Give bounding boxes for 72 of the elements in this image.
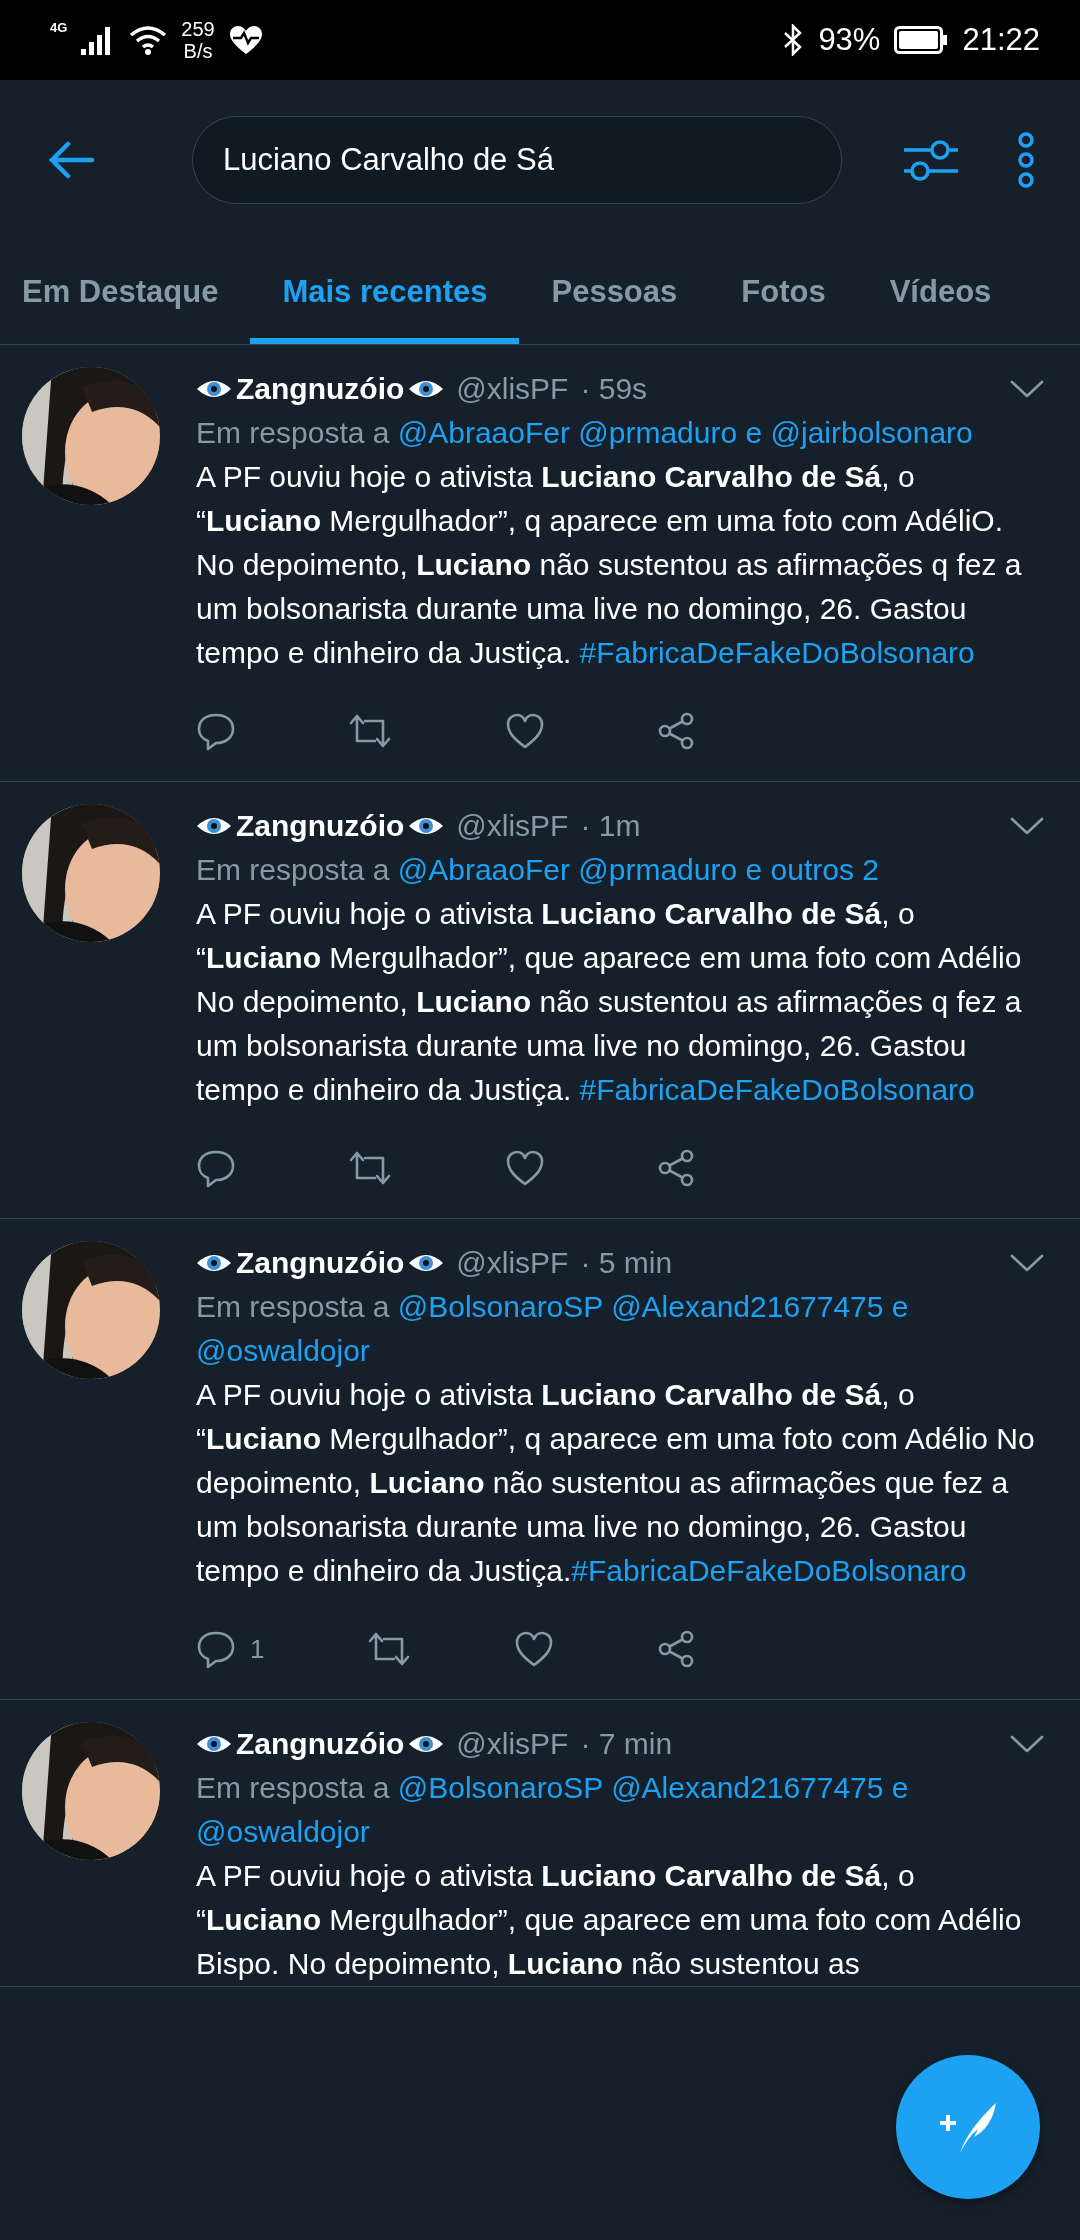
user-handle: @xlisPF [456,1245,569,1281]
chevron-down-icon[interactable] [1010,1253,1044,1273]
search-tab[interactable]: Pessoas [519,240,710,344]
tweet-time: · 59s [580,371,648,407]
heart-icon [504,1149,545,1187]
mention-link[interactable]: @oswaldojor [196,1334,370,1367]
tweet-text: A PF ouviu hoje o ativista Luciano Carvalho de Sá, o “Luciano Mergulhador”, q aparece em uma foto com Adélio No depoimento, Luciano não sustentou as afirmações que fez a um bolsonarista durante uma live no domingo, 26. Gastou tempo e dinheiro da Justiça.#FabricaDeFakeDoBolsonaro [196,1377,1036,1589]
tweet-text: A PF ouviu hoje o ativista Luciano Carvalho de Sá, o “Luciano Mergulhador”, q aparece em uma foto com AdéliO. No depoimento, Luciano não sustentou as afirmações q fez a um bolsonarista durante uma live no domingo, 26. Gastou tempo e dinheiro da Justiça. #FabricaDeFakeDoBolsonaro [196,459,1023,671]
hashtag-link[interactable]: #FabricaDeFakeDoBolsonaro [579,1073,975,1106]
chevron-down-icon[interactable] [1010,379,1044,399]
search-field[interactable]: Luciano Carvalho de Sá [192,116,842,204]
reply-context: Em resposta a @AbraaoFer @prmaduro e outros 2 [196,852,880,888]
reply-context: Em resposta a @BolsonaroSP @Alexand21677475 e @oswaldojor [196,1289,910,1369]
reply-context: Em resposta a @AbraaoFer @prmaduro e @jairbolsonaro [196,415,974,451]
network-type: 4G [50,20,68,35]
tweet-text: A PF ouviu hoje o ativista Luciano Carvalho de Sá, o “Luciano Mergulhador”, que aparece em uma foto com Adélio No depoimento, Luciano não sustentou as afirmações q fez a um bolsonarista durante uma live no domingo, 26. Gastou tempo e dinheiro da Justiça. #FabricaDeFakeDoBolsonaro [196,896,1023,1108]
chevron-down-icon[interactable] [1010,1734,1044,1754]
mention-link[interactable]: @BolsonaroSP [397,1771,603,1804]
like-button[interactable] [504,1149,545,1187]
user-name: Zangnuzóio [236,1726,405,1762]
like-button[interactable] [514,1630,555,1668]
user-name: Zangnuzóio [236,371,405,407]
comment-icon [196,1629,236,1669]
wifi-icon [129,25,168,55]
share-icon [656,1629,696,1669]
share-button[interactable] [656,1629,696,1669]
user-name: Zangnuzóio [236,1245,405,1281]
mention-link[interactable]: @Alexand21677475 [611,1771,884,1804]
reply-button[interactable] [196,1148,236,1188]
share-button[interactable] [656,1148,696,1188]
comment-icon [196,711,236,751]
reply-count: 1 [250,1633,265,1665]
search-tab[interactable]: Fotos [709,240,858,344]
reply-context: Em resposta a @BolsonaroSP @Alexand21677475 e @oswaldojor [196,1770,910,1850]
mention-link[interactable]: @Alexand21677475 [611,1290,884,1323]
user-name: Zangnuzóio [236,808,405,844]
heart-icon [514,1630,555,1668]
hashtag-link[interactable]: #FabricaDeFakeDoBolsonaro [571,1554,967,1587]
mention-link[interactable]: @prmaduro [578,853,738,886]
mention-link[interactable]: @AbraaoFer [397,416,570,449]
tweet-time: · 1m [580,808,641,844]
mention-link[interactable]: @jairbolsonaro [770,416,973,449]
battery-icon [894,26,949,54]
search-tab[interactable]: Mais recentes [250,240,520,344]
tweet-time: · 7 min [580,1726,673,1762]
back-arrow-icon[interactable] [48,140,94,180]
mention-link[interactable]: @AbraaoFer [397,853,570,886]
battery-percent: 93% [818,22,881,58]
comment-icon [196,1148,236,1188]
more-options-icon[interactable] [1016,132,1036,188]
user-handle: @xlisPF [456,371,569,407]
heart-pulse-icon [228,25,263,55]
search-tab[interactable]: Vídeos [857,240,1024,344]
share-icon [656,1148,696,1188]
share-icon [656,711,696,751]
reply-button[interactable]: 1 [196,1629,265,1669]
mention-link[interactable]: @prmaduro [578,416,738,449]
reply-button[interactable] [196,711,236,751]
user-handle: @xlisPF [456,1726,569,1762]
chevron-down-icon[interactable] [1010,816,1044,836]
share-button[interactable] [656,711,696,751]
network-speed: 259 B/s [181,18,215,62]
hashtag-link[interactable]: #FabricaDeFakeDoBolsonaro [579,636,975,669]
tweet-text: A PF ouviu hoje o ativista Luciano Carvalho de Sá, o “Luciano Mergulhador”, que aparece em uma foto com Adélio Bispo. No depoimento, Luciano não sustentou as [196,1858,1023,1982]
clock: 21:22 [962,22,1040,58]
search-tab[interactable]: Em Destaque [0,240,251,344]
mention-link[interactable]: @BolsonaroSP [397,1290,603,1323]
tweet-time: · 5 min [580,1245,673,1281]
user-handle: @xlisPF [456,808,569,844]
like-button[interactable] [504,712,545,750]
mention-link[interactable]: @oswaldojor [196,1815,370,1848]
heart-icon [504,712,545,750]
